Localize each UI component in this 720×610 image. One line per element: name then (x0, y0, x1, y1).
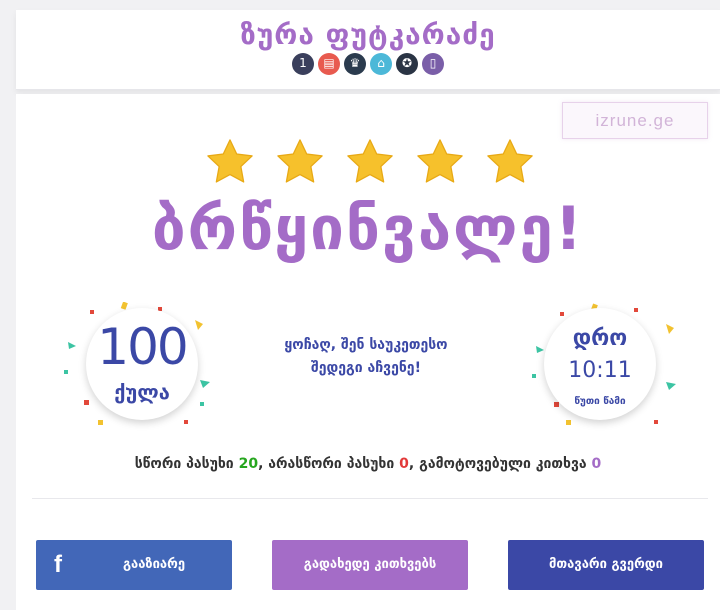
star-icon (487, 139, 533, 183)
medal-number-badge-icon-glyph: 1 (299, 56, 307, 70)
site-watermark: izrune.ge (562, 102, 708, 139)
congratulation-line-2: შედეგი აჩვენე! (311, 360, 421, 376)
graduation-cap-badge-icon: ⌂ (370, 53, 392, 75)
score-label: ქულა (114, 380, 170, 404)
share-button[interactable]: f გააზიარე (36, 540, 232, 590)
score-medal: 100 ქულა (60, 302, 220, 432)
star-rating (16, 136, 720, 192)
star-icon (277, 139, 323, 183)
separator: , (258, 456, 269, 472)
wrong-count: 0 (399, 456, 409, 472)
star-icon (417, 139, 463, 183)
medal-badge-icon: ✪ (396, 53, 418, 75)
skipped-count: 0 (591, 456, 602, 472)
answer-statistics: სწორი პასუხი 20, არასწორი პასუხი 0, გამო… (16, 456, 720, 472)
divider (32, 498, 708, 499)
wrong-label: არასწორი პასუხი (268, 456, 395, 472)
star-icon (207, 139, 253, 183)
user-name: ზურა ფუტკარაძე (240, 18, 496, 51)
star-icon (347, 139, 393, 183)
result-title: ბრწყინვალე! (151, 194, 585, 264)
trophy-badge-icon: ♛ (344, 53, 366, 75)
book-badge-icon-glyph: ▤ (323, 56, 335, 70)
book-badge-icon: ▤ (318, 53, 340, 75)
congratulation-message: ყოჩაღ, შენ საუკეთესო შედეგი აჩვენე! (246, 334, 486, 380)
time-value: 10:11 (568, 358, 632, 383)
medal-number-badge-icon: 1 (292, 53, 314, 75)
home-page-button[interactable]: მთავარი გვერდი (508, 540, 704, 590)
share-button-label: გააზიარე (122, 557, 186, 572)
scroll-badge-icon-glyph: ▯ (429, 56, 437, 70)
skipped-label: გამოტოვებული კითხვა (419, 456, 587, 472)
scroll-badge-icon: ▯ (422, 53, 444, 75)
result-card: izrune.ge ბრწყინვალე! 100 ქულა ყოჩაღ, შე… (16, 94, 720, 610)
congratulation-line-1: ყოჩაღ, შენ საუკეთესო (284, 337, 448, 353)
time-label: დრო (572, 326, 628, 351)
facebook-icon: f (54, 551, 62, 578)
separator: , (408, 456, 420, 472)
score-value: 100 (97, 318, 188, 376)
achievement-badges: 1 ▤ ♛ ⌂ ✪ ▯ (16, 53, 720, 75)
time-unit-label: წუთი წამი (574, 396, 626, 407)
correct-label: სწორი პასუხი (134, 456, 234, 472)
graduation-cap-badge-icon-glyph: ⌂ (377, 56, 385, 70)
medal-badge-icon-glyph: ✪ (401, 56, 413, 70)
time-medal: დრო 10:11 წუთი წამი (518, 302, 678, 432)
profile-header: ზურა ფუტკარაძე 1 ▤ ♛ ⌂ ✪ ▯ (16, 10, 720, 90)
review-questions-button[interactable]: გადახედე კითხვებს (272, 540, 468, 590)
correct-count: 20 (238, 456, 259, 472)
trophy-badge-icon-glyph: ♛ (349, 56, 361, 70)
